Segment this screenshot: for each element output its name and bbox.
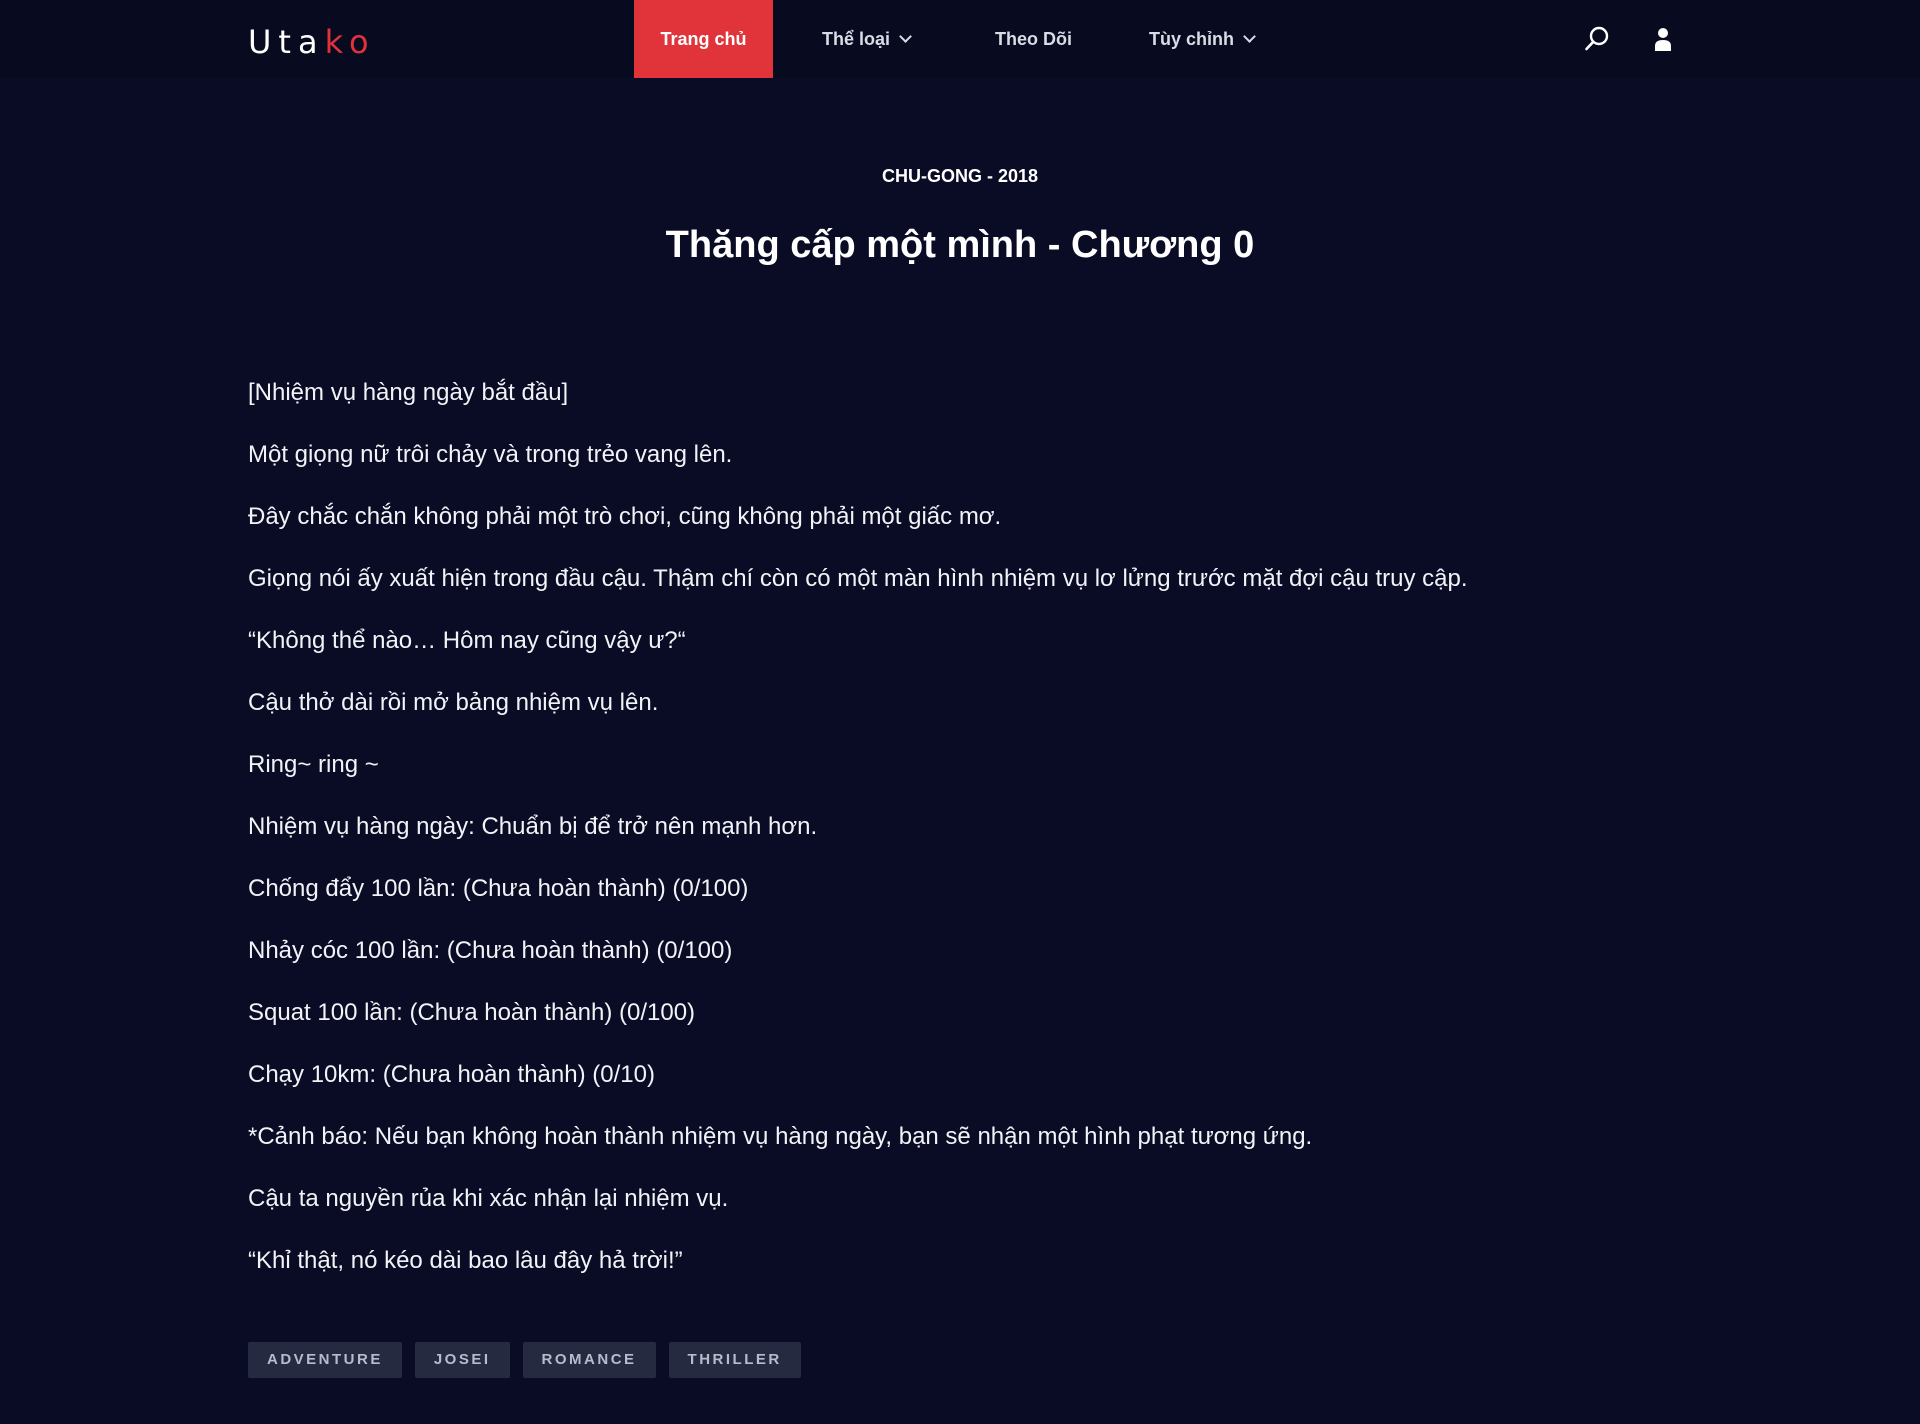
- site-logo[interactable]: Utako: [248, 22, 376, 62]
- tag-adventure[interactable]: ADVENTURE: [248, 1342, 402, 1378]
- genre-tag-list: ADVENTURE JOSEI ROMANCE THRILLER: [248, 1342, 814, 1378]
- chapter-title: Thăng cấp một mình - Chương 0: [665, 224, 1255, 266]
- tag-thriller[interactable]: THRILLER: [668, 1342, 801, 1378]
- nav-custom-label: Tùy chỉnh: [1149, 28, 1234, 49]
- tag-josei[interactable]: JOSEI: [414, 1342, 510, 1378]
- content-paragraph: Đây chắc chắn không phải một trò chơi, c…: [248, 503, 1002, 530]
- user-icon: [1655, 28, 1671, 51]
- logo-text-red: ko: [324, 23, 376, 61]
- search-icon: [1585, 26, 1609, 51]
- content-paragraph: Ring~ ring ~: [248, 751, 379, 778]
- search-button[interactable]: [1582, 24, 1612, 54]
- content-paragraph: “Không thể nào… Hôm nay cũng vậy ư?“: [248, 627, 686, 654]
- nav-item-genre-dropdown[interactable]: Thể loại: [822, 0, 912, 78]
- chapter-content: [Nhiệm vụ hàng ngày bắt đầu] Một giọng n…: [248, 376, 1668, 1306]
- content-paragraph: [Nhiệm vụ hàng ngày bắt đầu]: [248, 379, 569, 406]
- nav-item-home[interactable]: Trang chủ: [634, 0, 773, 78]
- nav-item-follow[interactable]: Theo Dõi: [995, 0, 1072, 78]
- content-paragraph: Giọng nói ấy xuất hiện trong đầu cậu. Th…: [248, 565, 1468, 592]
- content-paragraph: Một giọng nữ trôi chảy và trong trẻo van…: [248, 441, 733, 468]
- chevron-down-icon: [899, 30, 912, 43]
- nav-follow-label: Theo Dõi: [995, 28, 1072, 49]
- content-paragraph: Chạy 10km: (Chưa hoàn thành) (0/10): [248, 1061, 655, 1088]
- content-paragraph: Nhảy cóc 100 lần: (Chưa hoàn thành) (0/1…: [248, 937, 733, 964]
- chapter-meta: CHU-GONG - 2018: [881, 166, 1039, 186]
- user-account-button[interactable]: [1648, 24, 1678, 54]
- content-paragraph: Chống đẩy 100 lần: (Chưa hoàn thành) (0/…: [248, 875, 749, 902]
- nav-home-label: Trang chủ: [660, 28, 747, 49]
- content-paragraph: “Khỉ thật, nó kéo dài bao lâu đây hả trờ…: [248, 1247, 683, 1274]
- content-paragraph: Cậu thở dài rồi mở bảng nhiệm vụ lên.: [248, 689, 659, 716]
- top-navigation-bar: Utako Trang chủ Thể loại Theo Dõi Tùy ch…: [0, 0, 1920, 78]
- tag-romance[interactable]: ROMANCE: [522, 1342, 656, 1378]
- nav-item-custom-dropdown[interactable]: Tùy chỉnh: [1149, 0, 1256, 78]
- content-paragraph: Squat 100 lần: (Chưa hoàn thành) (0/100): [248, 999, 696, 1026]
- nav-genre-label: Thể loại: [822, 28, 891, 49]
- content-paragraph: *Cảnh báo: Nếu bạn không hoàn thành nhiệ…: [248, 1123, 1313, 1150]
- content-paragraph: Cậu ta nguyền rủa khi xác nhận lại nhiệm…: [248, 1185, 729, 1212]
- chevron-down-icon: [1243, 30, 1256, 43]
- content-paragraph: Nhiệm vụ hàng ngày: Chuẩn bị để trở nên …: [248, 813, 818, 840]
- logo-text-white: Uta: [248, 23, 325, 61]
